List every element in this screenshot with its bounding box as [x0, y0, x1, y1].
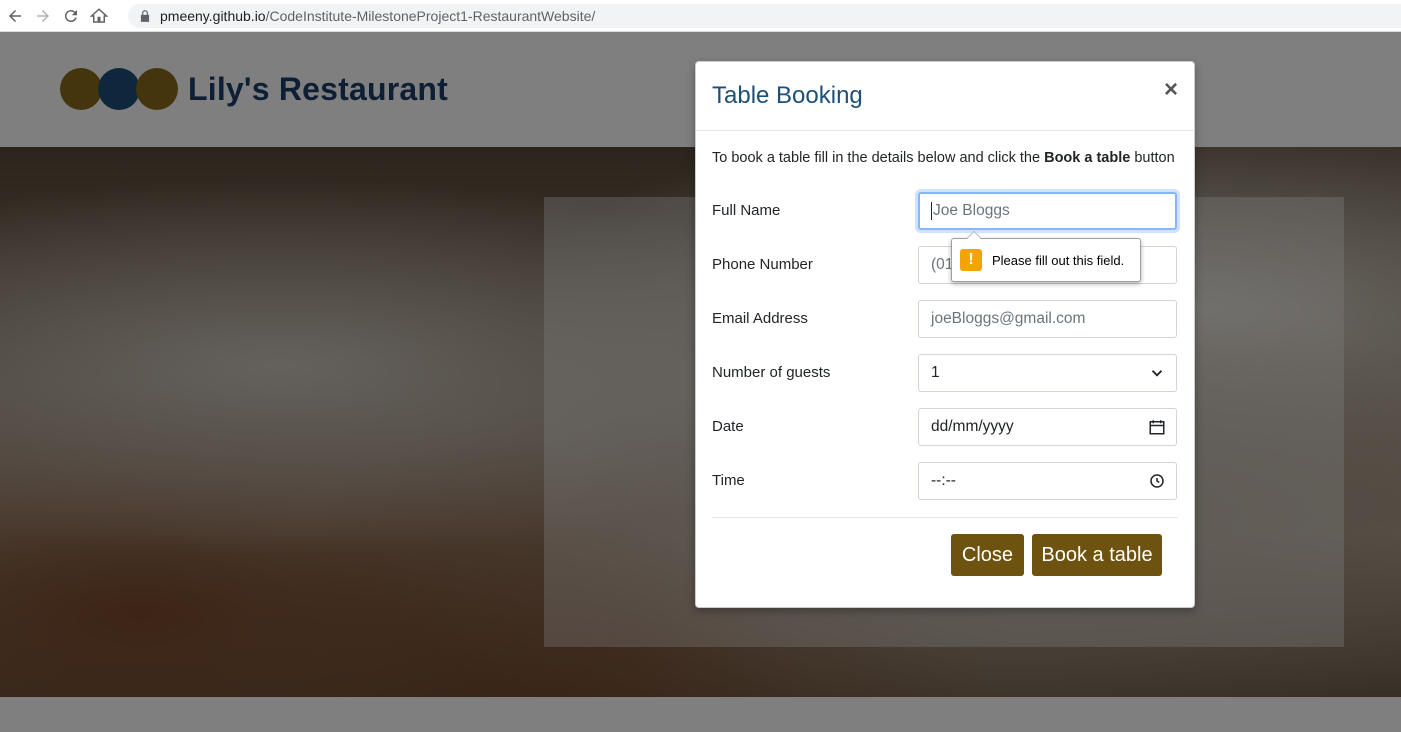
warning-icon: ! — [960, 249, 982, 271]
modal-header: Table Booking × — [696, 62, 1194, 131]
validation-message: Please fill out this field. — [992, 252, 1125, 268]
time-input[interactable]: --:-- — [918, 462, 1177, 500]
email-label: Email Address — [712, 310, 808, 327]
email-row: Email Address joeBloggs@gmail.com — [712, 300, 1177, 338]
modal-close-icon[interactable]: × — [1164, 78, 1178, 102]
book-table-button[interactable]: Book a table — [1032, 534, 1162, 576]
full-name-input[interactable]: Joe Bloggs — [918, 192, 1177, 230]
full-name-row: Full Name Joe Bloggs — [712, 192, 1177, 230]
arrow-left-icon — [9, 9, 21, 22]
address-bar[interactable]: pmeeny.github.io/CodeInstitute-Milestone… — [128, 3, 1401, 28]
lock-icon — [140, 9, 150, 22]
booking-modal: Table Booking × To book a table fill in … — [695, 61, 1195, 608]
chevron-down-icon — [1151, 370, 1163, 377]
date-row: Date dd/mm/yyyy — [712, 408, 1177, 446]
home-button[interactable] — [86, 3, 112, 29]
reload-icon — [64, 9, 77, 22]
arrow-right-icon — [37, 9, 49, 22]
modal-intro: To book a table fill in the details belo… — [712, 150, 1175, 166]
time-label: Time — [712, 472, 745, 489]
guests-row: Number of guests 1 — [712, 354, 1177, 392]
date-label: Date — [712, 418, 744, 435]
guests-select[interactable]: 1 — [918, 354, 1177, 392]
date-input[interactable]: dd/mm/yyyy — [918, 408, 1177, 446]
url-host: pmeeny.github.io — [160, 7, 266, 24]
url-path: /CodeInstitute-MilestoneProject1-Restaur… — [265, 7, 596, 24]
forward-button[interactable] — [30, 3, 56, 29]
modal-title: Table Booking — [712, 82, 863, 109]
email-input[interactable]: joeBloggs@gmail.com — [918, 300, 1177, 338]
phone-label: Phone Number — [712, 256, 813, 273]
text-caret — [931, 202, 932, 220]
calendar-icon[interactable] — [1148, 418, 1166, 436]
reload-button[interactable] — [58, 3, 84, 29]
modal-footer-divider — [712, 517, 1178, 518]
clock-icon[interactable] — [1148, 472, 1166, 490]
time-row: Time --:-- — [712, 462, 1177, 500]
modal-body: To book a table fill in the details belo… — [696, 131, 1194, 168]
guests-label: Number of guests — [712, 364, 831, 381]
home-icon — [90, 7, 108, 23]
close-button[interactable]: Close — [951, 534, 1024, 576]
validation-tooltip: ! Please fill out this field. — [951, 231, 1141, 282]
back-button[interactable] — [2, 3, 28, 29]
browser-toolbar: pmeeny.github.io/CodeInstitute-Milestone… — [0, 0, 1401, 32]
full-name-label: Full Name — [712, 202, 781, 219]
